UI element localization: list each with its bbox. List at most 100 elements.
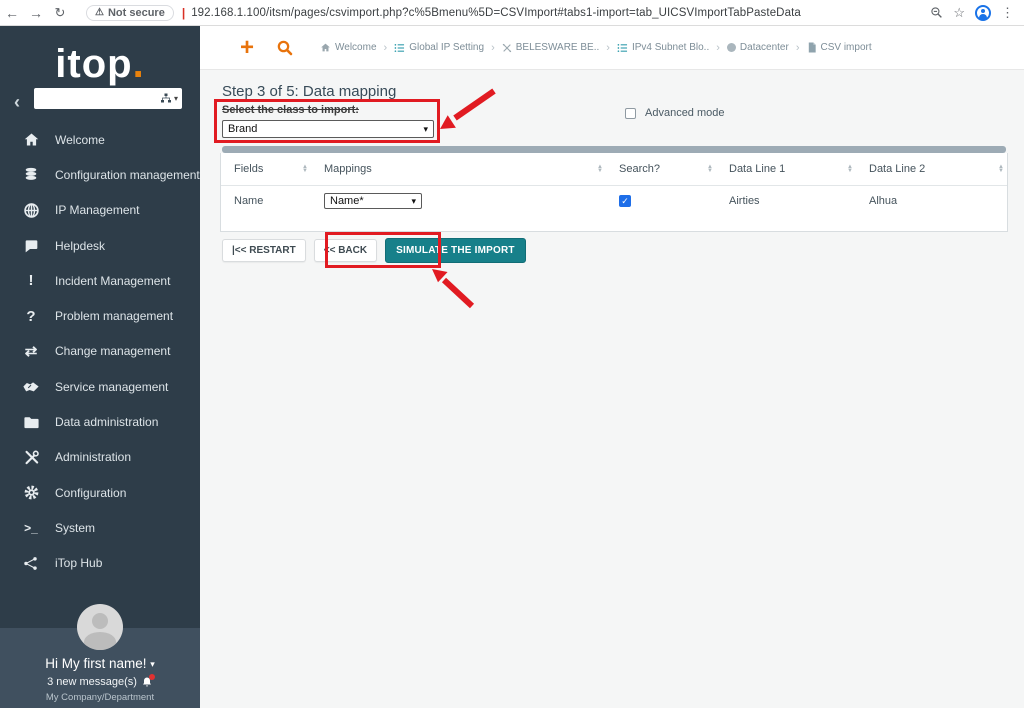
back-button[interactable]: << BACK	[313, 239, 378, 262]
bookmark-star-icon[interactable]: ☆	[953, 5, 965, 21]
sidebar: itop. ‹ ▾ Welcome Configuration manageme…	[0, 26, 200, 708]
url-caret: |	[181, 5, 186, 20]
browser-back-icon[interactable]: ←	[0, 5, 24, 21]
breadcrumb-datacenter[interactable]: Datacenter	[726, 42, 789, 53]
user-organization: My Company/Department	[45, 692, 155, 703]
sidebar-collapse-icon[interactable]: ‹	[14, 92, 20, 113]
browser-profile-icon[interactable]	[975, 4, 991, 21]
notification-bell-icon[interactable]	[141, 674, 155, 688]
annotation-arrow-simulate	[432, 269, 475, 309]
sidebar-item-configuration-management[interactable]: Configuration management	[0, 157, 200, 192]
column-header-mappings[interactable]: Mappings ▲ ▼	[311, 153, 606, 185]
sort-icon[interactable]: ▲ ▼	[847, 164, 853, 174]
sidebar-item-data-administration[interactable]: Data administration	[0, 404, 200, 439]
file-icon	[807, 42, 817, 53]
itop-logo[interactable]: itop.	[0, 42, 200, 87]
app-header: + Welcome › Global IP Setting › BELESWAR…	[200, 26, 1024, 70]
sidebar-item-helpdesk[interactable]: Helpdesk	[0, 228, 200, 263]
chevron-right-icon: ›	[795, 41, 800, 54]
sidebar-item-service-management[interactable]: Service management	[0, 369, 200, 404]
chevron-right-icon: ›	[716, 41, 720, 54]
chevron-down-icon: ▾	[411, 195, 416, 206]
notification-badge	[148, 674, 155, 680]
search-scope-caret-icon[interactable]: ▾	[174, 94, 178, 103]
column-header-data-line-1[interactable]: Data Line 1 ▲ ▼	[716, 153, 856, 185]
search-checkbox[interactable]: ✓	[619, 195, 631, 207]
browser-actions: ☆ ⋮	[930, 4, 1014, 21]
data-line-1-cell: Airties	[729, 195, 760, 207]
sidebar-item-welcome[interactable]: Welcome	[0, 122, 200, 157]
sidebar-item-system[interactable]: >_ System	[0, 510, 200, 545]
chat-bubble-icon	[20, 238, 42, 254]
breadcrumb: Welcome › Global IP Setting › BELESWARE …	[320, 42, 872, 54]
not-secure-badge[interactable]: ⚠ Not secure	[86, 4, 174, 21]
class-select[interactable]: Brand ▾	[222, 120, 434, 138]
sidebar-item-incident-management[interactable]: ! Incident Management	[0, 263, 200, 298]
sidebar-item-change-management[interactable]: ⇄ Change management	[0, 334, 200, 369]
data-line-2-cell: Alhua	[869, 195, 898, 207]
user-greeting[interactable]: Hi My first name! ▾	[0, 656, 200, 671]
chevron-right-icon: ›	[383, 41, 388, 54]
user-avatar[interactable]	[77, 604, 123, 650]
create-new-button[interactable]: +	[240, 35, 254, 60]
tools-icon	[20, 449, 42, 466]
simulate-import-button[interactable]: SIMULATE THE IMPORT	[385, 238, 526, 263]
sidebar-item-itop-hub[interactable]: iTop Hub	[0, 546, 200, 581]
browser-reload-icon[interactable]: ↻	[48, 5, 72, 21]
home-icon	[320, 42, 331, 53]
table-header-row: Fields ▲ ▼ Mappings ▲ ▼ Search? ▲ ▼ Data Li…	[221, 153, 1007, 186]
chevron-right-icon: ›	[491, 41, 495, 54]
question-icon: ?	[26, 307, 36, 325]
globe-icon	[20, 202, 42, 219]
user-messages[interactable]: 3 new message(s)	[0, 674, 200, 688]
breadcrumb-welcome[interactable]: Welcome	[320, 42, 377, 53]
sidebar-menu: Welcome Configuration management IP Mana…	[0, 122, 200, 581]
terminal-icon: >_	[24, 520, 38, 535]
page-title: Step 3 of 5: Data mapping	[222, 83, 397, 100]
column-header-data-line-2[interactable]: Data Line 2 ▲ ▼	[856, 153, 1007, 185]
mapping-table-panel: Fields ▲ ▼ Mappings ▲ ▼ Search? ▲ ▼ Data Li…	[220, 153, 1008, 232]
mapping-cell: Name* ▾	[311, 193, 606, 209]
advanced-mode-wrap: Advanced mode	[625, 107, 725, 119]
sidebar-item-administration[interactable]: Administration	[0, 440, 200, 475]
sort-icon[interactable]: ▲ ▼	[998, 164, 1004, 174]
chevron-right-icon: ›	[606, 41, 610, 54]
breadcrumb-belesware[interactable]: BELESWARE BE..	[502, 42, 599, 53]
zoom-out-icon[interactable]	[930, 6, 943, 19]
column-header-fields[interactable]: Fields ▲ ▼	[221, 153, 311, 185]
sidebar-item-configuration[interactable]: Configuration	[0, 475, 200, 510]
wizard-buttons: |<< RESTART << BACK SIMULATE THE IMPORT	[222, 238, 526, 263]
sort-icon[interactable]: ▲ ▼	[302, 164, 308, 174]
sidebar-item-ip-management[interactable]: IP Management	[0, 193, 200, 228]
mapping-select[interactable]: Name* ▾	[324, 193, 422, 209]
browser-menu-icon[interactable]: ⋮	[1001, 5, 1014, 21]
breadcrumb-global-ip-setting[interactable]: Global IP Setting	[394, 42, 484, 53]
sort-icon[interactable]: ▲ ▼	[707, 164, 713, 174]
sort-icon[interactable]: ▲ ▼	[597, 164, 603, 174]
sitemap-icon	[160, 93, 171, 103]
sidebar-search-input[interactable]	[34, 90, 160, 107]
folder-icon	[20, 415, 42, 430]
breadcrumb-csv-import[interactable]: CSV import	[807, 42, 872, 53]
sidebar-item-problem-management[interactable]: ? Problem management	[0, 298, 200, 333]
field-name-cell: Name	[234, 195, 264, 207]
itop-csv-import-screen: ← → ↻ ⚠ Not secure | 192.168.1.100/itsm/…	[0, 0, 1024, 708]
chevron-down-icon: ▾	[423, 123, 428, 134]
browser-forward-icon[interactable]: →	[24, 5, 48, 21]
restart-button[interactable]: |<< RESTART	[222, 239, 306, 262]
not-secure-label: Not secure	[107, 6, 165, 19]
global-search-icon[interactable]	[276, 39, 294, 57]
class-select-label: Select the class to import:	[222, 104, 359, 116]
breadcrumb-ipv4-subnet[interactable]: IPv4 Subnet Blo..	[617, 42, 709, 53]
table-row: Name Name* ▾ ✓ Airties Alhua	[221, 186, 1007, 216]
gear-icon	[20, 484, 42, 501]
address-bar[interactable]: 192.168.1.100/itsm/pages/csvimport.php?c…	[191, 7, 922, 19]
share-icon	[20, 556, 42, 571]
table-splitter-handle[interactable]	[222, 146, 1006, 153]
advanced-mode-checkbox[interactable]	[625, 107, 636, 119]
search-cell: ✓	[606, 195, 716, 207]
swap-arrows-icon: ⇄	[24, 343, 38, 361]
column-header-search[interactable]: Search? ▲ ▼	[606, 153, 716, 185]
logo-dot: .	[132, 42, 145, 86]
main-content: Step 3 of 5: Data mapping Select the cla…	[200, 70, 1024, 708]
